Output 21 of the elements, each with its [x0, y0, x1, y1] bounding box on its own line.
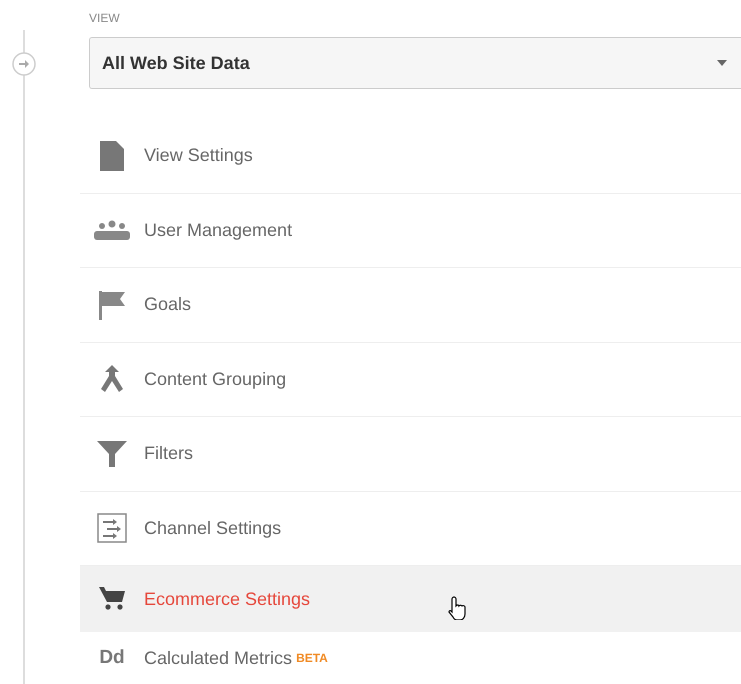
view-dropdown[interactable]: All Web Site Data — [89, 37, 741, 89]
menu-item[interactable]: Ecommerce Settings — [80, 566, 741, 632]
menu-item[interactable]: Dd Calculated Metrics BETA — [80, 632, 741, 684]
text-icon: Dd — [94, 644, 130, 672]
merge-arrow-icon — [99, 365, 125, 394]
arrow-circle-icon — [12, 52, 36, 76]
sliders-icon — [97, 513, 127, 544]
menu-item[interactable]: View Settings — [80, 119, 741, 194]
beta-tag: BETA — [296, 649, 328, 667]
filter-icon — [97, 440, 127, 468]
caret-icon — [717, 60, 727, 66]
cart-icon — [99, 587, 125, 611]
people-icon — [94, 220, 130, 240]
hand-cursor-icon — [448, 596, 468, 620]
flag-icon — [97, 290, 127, 320]
view-label: VIEW — [89, 10, 121, 27]
menu-item[interactable]: Filters — [80, 417, 741, 492]
document-icon — [99, 140, 125, 171]
menu-item[interactable]: User Management — [80, 194, 741, 268]
menu-item[interactable]: Goals — [80, 268, 741, 342]
menu-item[interactable]: Content Grouping — [80, 342, 741, 417]
